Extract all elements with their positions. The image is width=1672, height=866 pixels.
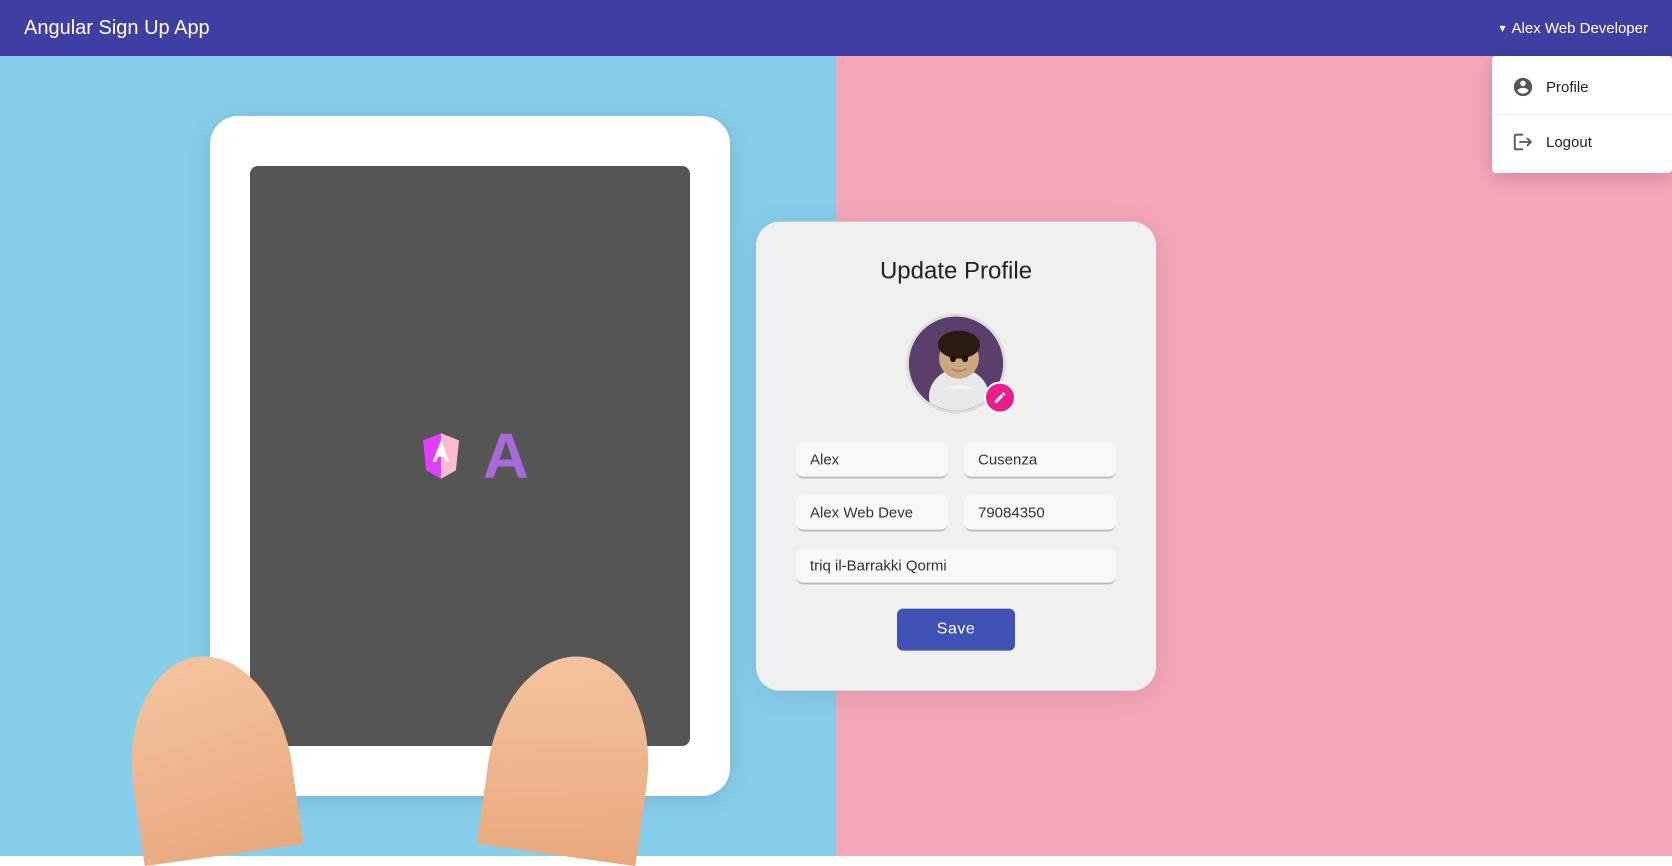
account-circle-icon bbox=[1512, 76, 1534, 98]
dropdown-profile-label: Profile bbox=[1546, 79, 1589, 96]
username-field[interactable]: Alex Web Deve bbox=[796, 495, 948, 532]
user-dropdown-menu: Profile Logout bbox=[1492, 56, 1672, 173]
avatar-section bbox=[796, 314, 1116, 414]
last-name-field[interactable]: Cusenza bbox=[964, 442, 1116, 479]
dropdown-profile-item[interactable]: Profile bbox=[1492, 64, 1672, 110]
save-button[interactable]: Save bbox=[897, 609, 1015, 651]
username-value: Alex Web Deve bbox=[810, 505, 934, 522]
phone-field[interactable]: 79084350 bbox=[964, 495, 1116, 532]
chevron-down-icon: ▾ bbox=[1500, 21, 1506, 35]
dropdown-logout-label: Logout bbox=[1546, 134, 1592, 151]
name-row: Alex Cusenza bbox=[796, 442, 1116, 479]
username-phone-row: Alex Web Deve 79084350 bbox=[796, 495, 1116, 532]
navbar-username: Alex Web Developer bbox=[1512, 20, 1648, 37]
address-field[interactable]: triq il-Barrakki Qormi bbox=[796, 548, 1116, 585]
card-title: Update Profile bbox=[796, 258, 1116, 286]
edit-avatar-button[interactable] bbox=[984, 382, 1016, 414]
user-menu-trigger[interactable]: ▾ Alex Web Developer bbox=[1500, 20, 1649, 37]
bg-left bbox=[0, 56, 836, 856]
app-title: Angular Sign Up App bbox=[24, 17, 210, 40]
dropdown-divider bbox=[1492, 114, 1672, 115]
last-name-value: Cusenza bbox=[978, 452, 1102, 469]
phone-value: 79084350 bbox=[978, 505, 1102, 522]
address-value: triq il-Barrakki Qormi bbox=[810, 558, 1102, 575]
save-row: Save bbox=[796, 609, 1116, 651]
navbar: Angular Sign Up App ▾ Alex Web Developer bbox=[0, 0, 1672, 56]
first-name-value: Alex bbox=[810, 452, 934, 469]
first-name-field[interactable]: Alex bbox=[796, 442, 948, 479]
profile-card: Update Profile bbox=[756, 222, 1156, 691]
dropdown-logout-item[interactable]: Logout bbox=[1492, 119, 1672, 165]
logout-icon bbox=[1512, 131, 1534, 153]
